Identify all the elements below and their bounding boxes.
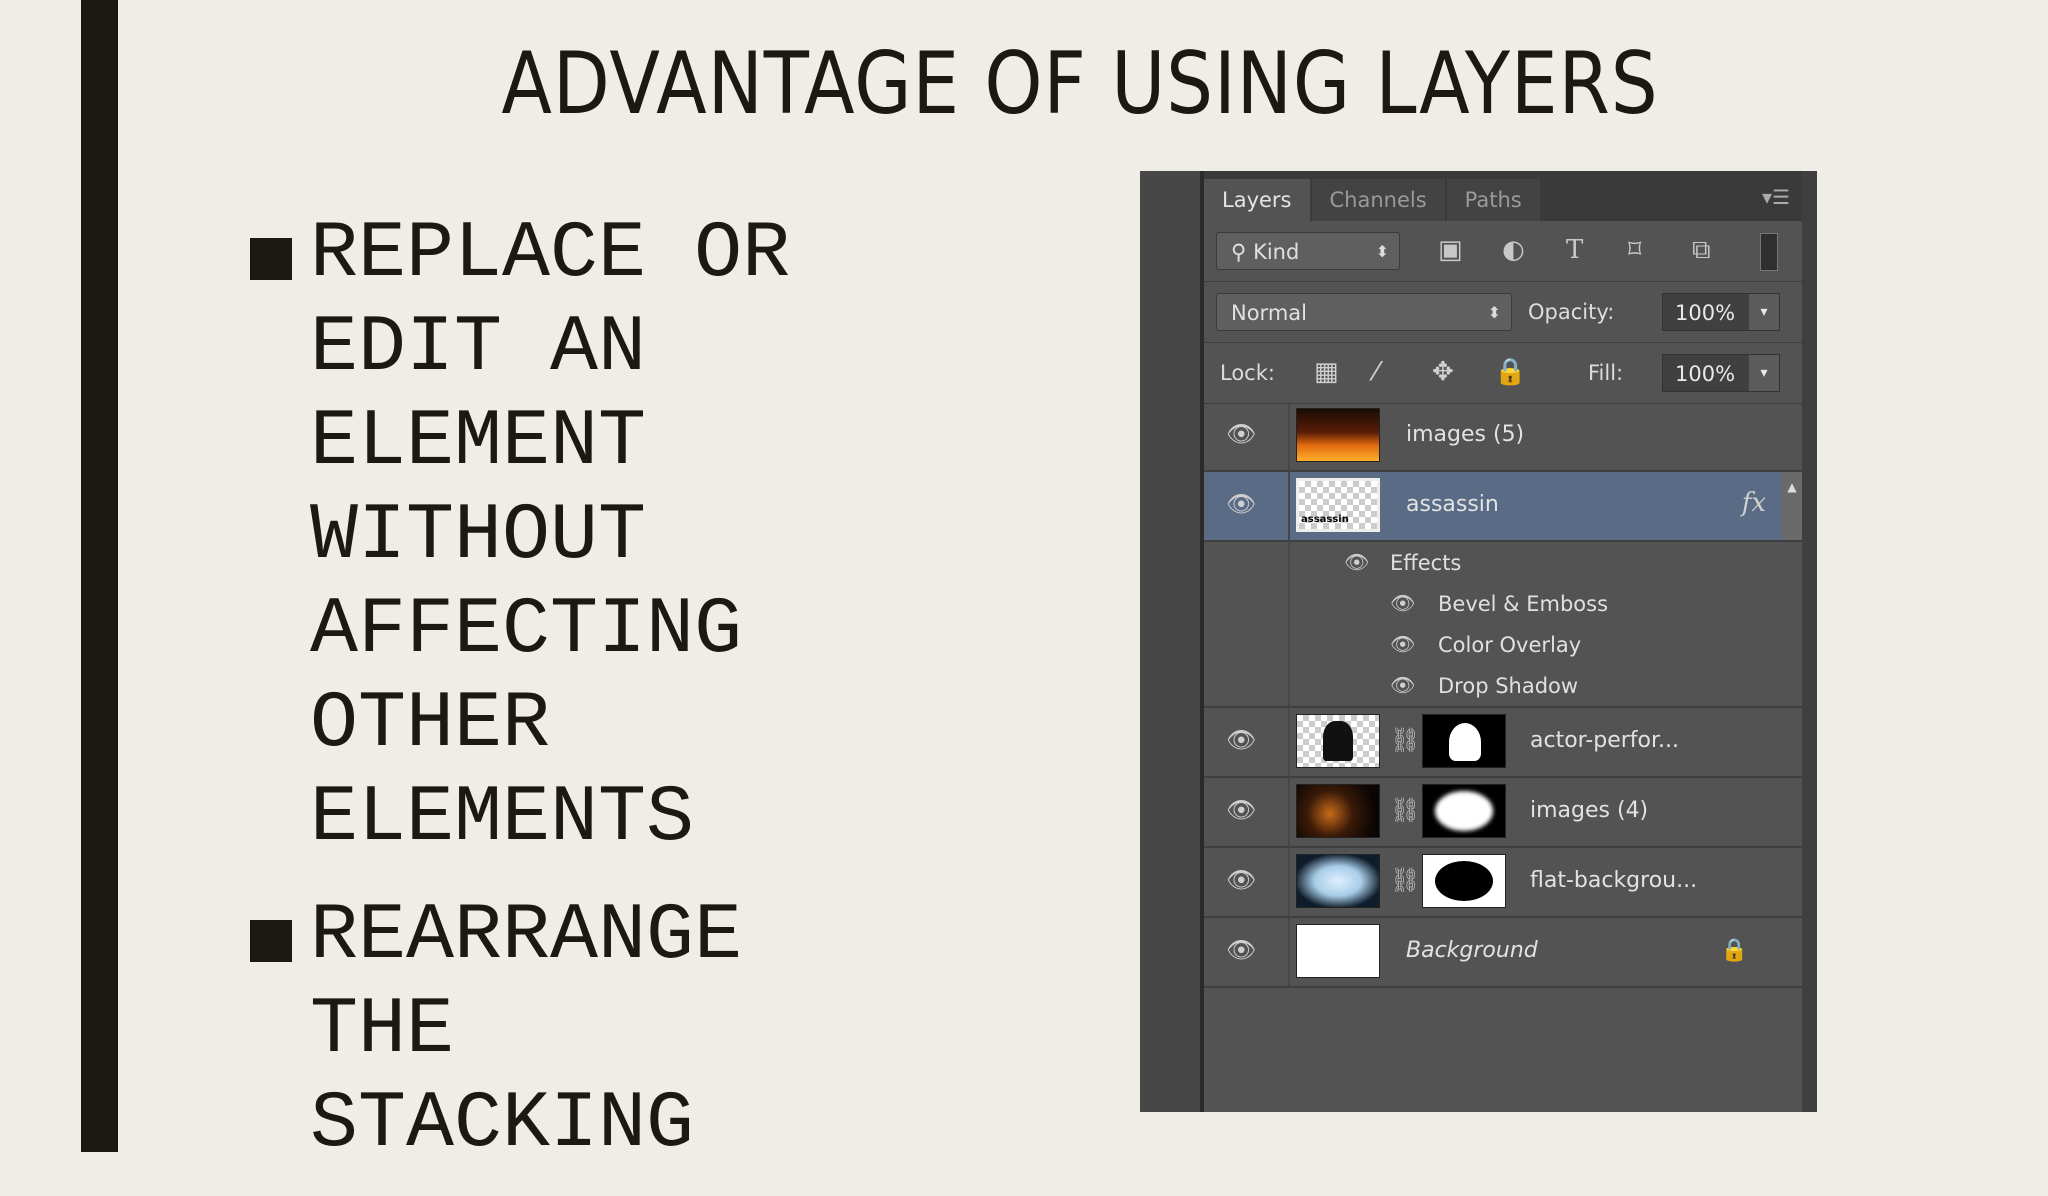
shape-filter-icon[interactable]: ⌑	[1628, 235, 1641, 265]
panel-tabs: Layers Channels Paths ▾☰	[1204, 171, 1802, 221]
filter-kind-label: Kind	[1253, 240, 1300, 264]
link-icon[interactable]: ⛓	[1390, 796, 1420, 824]
layer-row[interactable]: 👁 ⛓ actor-perfor...	[1204, 708, 1802, 778]
thumbnail-text: assassin	[1301, 514, 1349, 525]
slide-accent-bar	[81, 0, 118, 1152]
bullet-square-icon	[250, 238, 292, 280]
effects-group: 👁 Effects 👁 Bevel & Emboss 👁 Color Overl…	[1204, 542, 1802, 708]
layer-row-background[interactable]: 👁 Background 🔒	[1204, 918, 1802, 988]
lock-transparent-icon[interactable]: ▦	[1314, 357, 1339, 387]
select-arrows-icon: ⬍	[1487, 303, 1501, 322]
layer-name: assassin	[1406, 492, 1499, 517]
effect-name: Bevel & Emboss	[1438, 592, 1609, 616]
smart-object-filter-icon[interactable]: ⧉	[1692, 235, 1711, 266]
type-filter-icon[interactable]: T	[1566, 235, 1583, 265]
eye-icon[interactable]: 👁	[1226, 490, 1256, 518]
eye-icon[interactable]: 👁	[1226, 796, 1256, 824]
bullet-square-icon	[250, 920, 292, 962]
eye-icon[interactable]: 👁	[1226, 420, 1256, 448]
filter-row: ⚲ Kind ⬍ ▣ ◐ T ⌑ ⧉	[1204, 221, 1802, 282]
lock-icon[interactable]: 🔒	[1721, 938, 1748, 963]
effect-row[interactable]: 👁 Color Overlay	[1204, 624, 1802, 665]
bullet-text: REPLACE OR EDIT AN ELEMENT WITHOUT AFFEC…	[310, 209, 791, 864]
eye-icon[interactable]: 👁	[1226, 936, 1256, 964]
bullet-item: REPLACE OR EDIT AN ELEMENT WITHOUT AFFEC…	[250, 208, 930, 866]
link-icon[interactable]: ⛓	[1390, 866, 1420, 894]
layer-row[interactable]: 👁 ⛓ flat-backgrou...	[1204, 848, 1802, 918]
select-arrows-icon: ⬍	[1375, 242, 1389, 261]
eye-icon[interactable]: 👁	[1390, 673, 1415, 697]
layer-list: 👁 images (5) 👁 assassin assassin fx ▲ 👁	[1204, 402, 1802, 988]
lock-move-icon[interactable]: ✥	[1432, 357, 1454, 387]
layer-mask-thumbnail	[1422, 714, 1506, 768]
tab-paths[interactable]: Paths	[1446, 179, 1540, 221]
mask-shape	[1435, 861, 1493, 901]
layers-panel-screenshot: Layers Channels Paths ▾☰ ⚲ Kind ⬍ ▣ ◐ T …	[1140, 171, 1817, 1112]
layer-thumbnail	[1296, 408, 1380, 462]
effect-row[interactable]: 👁 Bevel & Emboss	[1204, 583, 1802, 624]
tab-channels[interactable]: Channels	[1311, 179, 1445, 221]
layer-row[interactable]: 👁 ⛓ images (4)	[1204, 778, 1802, 848]
bullet-list: REPLACE OR EDIT AN ELEMENT WITHOUT AFFEC…	[250, 208, 930, 1196]
layer-thumbnail	[1296, 854, 1380, 908]
layer-mask-thumbnail	[1422, 854, 1506, 908]
panel-dock-left	[1140, 171, 1204, 1112]
tab-layers[interactable]: Layers	[1204, 179, 1310, 221]
bullet-item: REARRANGE THE STACKING	[250, 890, 930, 1172]
fill-value: 100%	[1675, 362, 1736, 386]
opacity-label: Opacity:	[1528, 300, 1615, 324]
opacity-field[interactable]: 100% ▾	[1662, 293, 1780, 331]
layer-thumbnail	[1296, 924, 1380, 978]
filter-kind-select[interactable]: ⚲ Kind ⬍	[1216, 232, 1400, 270]
panel-dock-right	[1802, 171, 1817, 1112]
blend-mode-select[interactable]: Normal ⬍	[1216, 293, 1512, 331]
layer-name: images (4)	[1530, 798, 1649, 823]
link-icon[interactable]: ⛓	[1390, 726, 1420, 754]
blend-row: Normal ⬍ Opacity: 100% ▾	[1204, 282, 1802, 343]
chevron-down-icon[interactable]: ▾	[1749, 294, 1779, 330]
eye-icon[interactable]: 👁	[1390, 591, 1415, 615]
adjustment-filter-icon[interactable]: ◐	[1502, 235, 1525, 265]
eye-icon[interactable]: 👁	[1344, 550, 1369, 574]
effect-name: Color Overlay	[1438, 633, 1582, 657]
mask-shape	[1449, 723, 1481, 761]
layer-thumbnail: assassin	[1296, 478, 1380, 532]
slide-title: ADVANTAGE OF USING LAYERS	[501, 34, 1659, 134]
layer-name: flat-backgrou...	[1530, 868, 1698, 893]
fill-label: Fill:	[1588, 361, 1624, 385]
eye-icon[interactable]: 👁	[1226, 866, 1256, 894]
search-icon: ⚲	[1231, 240, 1254, 264]
eye-icon[interactable]: 👁	[1390, 632, 1415, 656]
scrollbar-thumb[interactable]: ▲	[1782, 472, 1802, 540]
layer-thumbnail	[1296, 784, 1380, 838]
effects-label: Effects	[1390, 551, 1462, 575]
lock-all-icon[interactable]: 🔒	[1494, 357, 1526, 387]
lock-brush-icon[interactable]: ⁄	[1374, 357, 1378, 387]
bullet-text: REARRANGE THE STACKING	[310, 891, 743, 1170]
layer-thumbnail	[1296, 714, 1380, 768]
thumbnail-figure	[1323, 721, 1353, 761]
layers-panel: Layers Channels Paths ▾☰ ⚲ Kind ⬍ ▣ ◐ T …	[1204, 171, 1802, 1112]
mask-shape	[1435, 791, 1493, 831]
filter-toggle[interactable]	[1760, 233, 1778, 271]
fill-field[interactable]: 100% ▾	[1662, 354, 1780, 392]
layer-name: actor-perfor...	[1530, 728, 1679, 753]
layer-mask-thumbnail	[1422, 784, 1506, 838]
layer-row[interactable]: 👁 images (5)	[1204, 402, 1802, 472]
blend-mode-value: Normal	[1231, 301, 1307, 325]
image-filter-icon[interactable]: ▣	[1438, 235, 1463, 265]
eye-icon[interactable]: 👁	[1226, 726, 1256, 754]
lock-row: Lock: ▦ ⁄ ✥ 🔒 Fill: 100% ▾	[1204, 343, 1802, 404]
layer-effects-fx-icon[interactable]: fx	[1742, 488, 1766, 518]
lock-label: Lock:	[1220, 361, 1275, 385]
effects-row[interactable]: 👁 Effects	[1204, 542, 1802, 583]
layer-name: images (5)	[1406, 422, 1525, 447]
layer-name: Background	[1406, 938, 1538, 963]
panel-menu-icon[interactable]: ▾☰	[1762, 185, 1790, 209]
effect-row[interactable]: 👁 Drop Shadow	[1204, 665, 1802, 708]
opacity-value: 100%	[1675, 301, 1736, 325]
effect-name: Drop Shadow	[1438, 674, 1579, 698]
layer-row-selected[interactable]: 👁 assassin assassin fx ▲	[1204, 472, 1802, 542]
chevron-down-icon[interactable]: ▾	[1749, 355, 1779, 391]
